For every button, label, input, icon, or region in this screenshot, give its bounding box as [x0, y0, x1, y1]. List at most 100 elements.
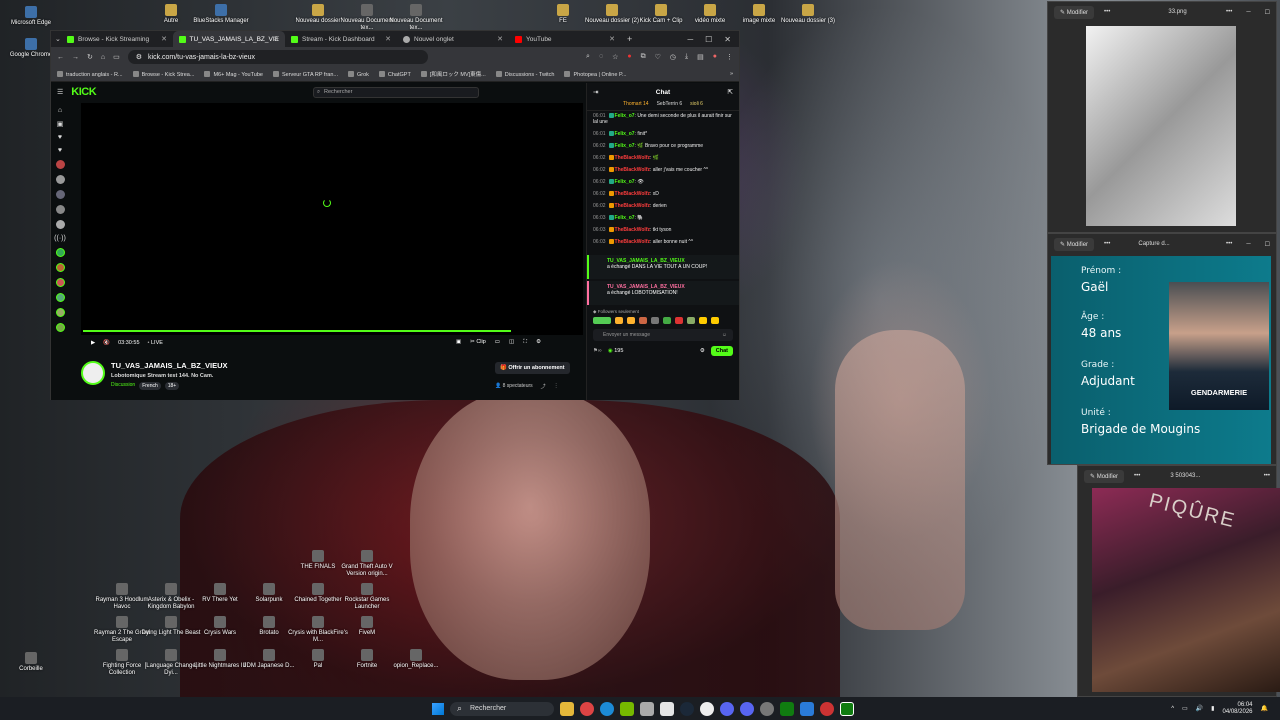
emote-icon[interactable] [687, 317, 695, 324]
bookmark[interactable]: Serveur GTA RP fran... [273, 71, 338, 78]
browser-tab[interactable]: YouTube ✕ [509, 31, 621, 47]
sidebar-toggle-icon[interactable]: ▭ [113, 53, 120, 61]
bookmark[interactable]: traduction anglais - R... [57, 71, 123, 78]
emote-icon[interactable] [627, 317, 635, 324]
notifications-icon[interactable]: 🔔 [1261, 705, 1268, 712]
live-channel-avatar[interactable] [55, 308, 65, 317]
desktop-icon-recycle-bin[interactable]: Corbeille [0, 652, 62, 673]
emote-icon[interactable] [651, 317, 659, 324]
store-icon[interactable] [640, 701, 654, 716]
discord-icon[interactable] [720, 701, 734, 716]
theater-icon[interactable]: ▭ [495, 339, 500, 346]
emote-icon[interactable] [639, 317, 647, 324]
desktop-icon-game[interactable]: FiveM [336, 616, 398, 637]
bookmark[interactable]: M6+ Mag - YouTube [204, 71, 262, 78]
gifter[interactable]: Thomart 14 [623, 101, 649, 110]
forward-icon[interactable]: → [72, 54, 79, 61]
more-icon[interactable]: ••• [1226, 9, 1232, 16]
edge-icon[interactable] [600, 701, 614, 716]
live-channel-avatar[interactable] [55, 263, 65, 272]
history-icon[interactable]: ◷ [670, 53, 676, 61]
points-balance[interactable]: ◉ 195 [608, 348, 624, 354]
emote-icon[interactable] [699, 317, 707, 324]
tag-pill[interactable]: French [139, 382, 161, 390]
clock[interactable]: 06:04 04/08/2026 [1222, 702, 1252, 716]
desktop-icon-edge[interactable]: Microsoft Edge [0, 6, 62, 27]
extensions-icon[interactable]: ⧉ [641, 53, 646, 61]
layout-icon[interactable]: ◫ [509, 339, 514, 346]
back-icon[interactable]: ← [57, 54, 64, 61]
followed-channel-avatar[interactable] [55, 160, 65, 169]
browser-tab-active[interactable]: TU_VAS_JAMAIS_LA_BZ_VIE ✕ [173, 31, 285, 47]
bookmark[interactable]: ChatGPT [379, 71, 411, 78]
nvidia-icon[interactable] [620, 701, 634, 716]
more-icon[interactable]: ••• [1104, 241, 1110, 247]
gift-subscription-button[interactable]: 🎁 Offrir un abonnement [495, 362, 570, 374]
bookmark[interactable]: Photopea | Online P... [564, 71, 626, 78]
file-explorer-icon[interactable] [560, 701, 574, 716]
minimize-icon[interactable]: ─ [1246, 9, 1250, 16]
fullscreen-icon[interactable]: ⛶ [523, 339, 527, 346]
channel-points-icon[interactable]: ⚑∞ [593, 348, 602, 354]
emote-icon[interactable] [711, 317, 719, 324]
gifter[interactable]: sioli 6 [690, 101, 703, 110]
adblock-icon[interactable]: ● [627, 53, 631, 61]
epic-icon[interactable] [700, 701, 714, 716]
bookmark[interactable]: [和風ロック MV]東傷... [421, 70, 486, 78]
emote-icon[interactable] [663, 317, 671, 324]
url-input[interactable]: ⚙ kick.com/tu-vas-jamais-la-bz-vieux [127, 50, 428, 64]
favorites-icon[interactable]: ♡ [655, 53, 661, 61]
steam-icon[interactable] [680, 701, 694, 716]
followed-channel-avatar[interactable] [55, 190, 65, 199]
download-icon[interactable]: ⤓ [685, 53, 688, 61]
live-channel-avatar[interactable] [55, 293, 65, 302]
xbox-icon[interactable] [780, 701, 794, 716]
maximize-icon[interactable]: ☐ [1265, 9, 1270, 16]
close-tab-icon[interactable]: ✕ [273, 35, 279, 43]
desktop-icon-top-4[interactable]: Nouveau Document tex... [385, 4, 447, 32]
browser-tab[interactable]: Stream - Kick Dashboard ✕ [285, 31, 397, 47]
network-icon[interactable]: ▭ [1182, 705, 1188, 712]
followed-channel-avatar[interactable] [55, 175, 65, 184]
live-channel-avatar[interactable] [55, 248, 65, 257]
chat-message-input[interactable]: Envoyer un message ☺ [593, 329, 733, 341]
bookmark[interactable]: Browse - Kick Strea... [133, 71, 195, 78]
collections-icon[interactable]: ▤ [697, 53, 704, 61]
browser-tab[interactable]: Nouvel onglet ✕ [397, 31, 509, 47]
edit-button[interactable]: ✎ Modifier [1054, 237, 1095, 251]
send-chat-button[interactable]: Chat [710, 346, 733, 356]
channel-name[interactable]: TU_VAS_JAMAIS_LA_BZ_VIEUX [111, 361, 228, 370]
notepad-icon[interactable] [660, 701, 674, 716]
more-icon[interactable]: ••• [1104, 9, 1110, 15]
minimize-icon[interactable]: ─ [687, 35, 693, 44]
desktop-icon-game[interactable]: Rockstar Games Launcher [336, 583, 398, 611]
followed-channel-avatar[interactable] [55, 205, 65, 214]
maximize-icon[interactable]: ☐ [705, 35, 712, 44]
mute-icon[interactable]: 🔇 [103, 340, 110, 346]
popout-chat-icon[interactable]: ⇱ [728, 88, 733, 96]
heart-icon[interactable]: ♥ [58, 147, 62, 154]
close-tab-icon[interactable]: ✕ [385, 35, 391, 43]
menu-icon[interactable]: ⋮ [726, 53, 733, 61]
bookmark[interactable]: Grok [348, 71, 369, 78]
star-icon[interactable]: ☆ [612, 53, 618, 61]
channel-avatar[interactable] [81, 361, 105, 385]
taskbar-search[interactable]: Rechercher [450, 701, 554, 716]
battery-icon[interactable]: ▮ [1211, 705, 1214, 712]
close-tab-icon[interactable]: ✕ [497, 35, 503, 43]
more-icon[interactable]: ••• [1264, 473, 1270, 479]
followed-channel-avatar[interactable] [55, 220, 65, 229]
close-icon[interactable]: ✕ [724, 35, 731, 44]
live-channel-avatar[interactable] [55, 323, 65, 332]
record-icon[interactable] [820, 701, 834, 716]
desktop-icon-top-1[interactable]: BlueStacks Manager [190, 4, 252, 25]
photos-icon[interactable] [800, 701, 814, 716]
tab-search-icon[interactable]: ⌄ [51, 35, 61, 43]
tag-pill[interactable]: 18+ [164, 382, 180, 390]
tray-overflow-icon[interactable]: ^ [1171, 706, 1174, 712]
more-icon[interactable]: ••• [1226, 241, 1232, 248]
bookmark[interactable]: Discussions - Twitch [496, 71, 555, 78]
category-link[interactable]: Discussion [111, 382, 135, 390]
windows-start-icon[interactable] [432, 702, 444, 715]
collapse-chat-icon[interactable]: ⇥ [593, 88, 598, 96]
